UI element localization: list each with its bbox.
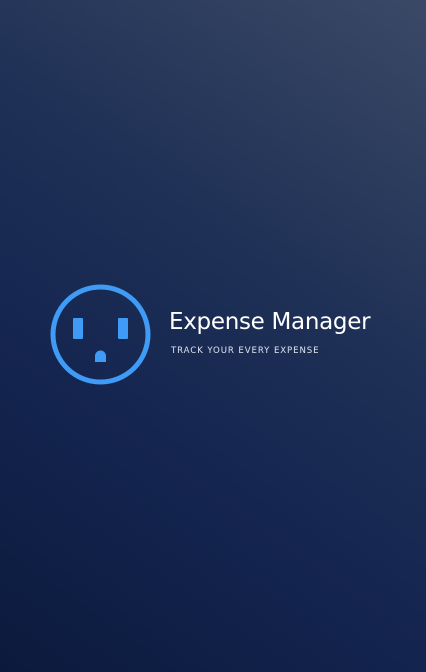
app-logo: Expense Manager TRACK YOUR EVERY EXPENSE: [50, 284, 390, 385]
app-branding: Expense Manager TRACK YOUR EVERY EXPENSE: [169, 306, 389, 357]
splash-screen: Expense Manager TRACK YOUR EVERY EXPENSE: [0, 0, 426, 672]
outlet-face-icon: [50, 284, 151, 385]
app-title: Expense Manager: [169, 309, 371, 335]
app-tagline: TRACK YOUR EVERY EXPENSE: [171, 346, 320, 356]
